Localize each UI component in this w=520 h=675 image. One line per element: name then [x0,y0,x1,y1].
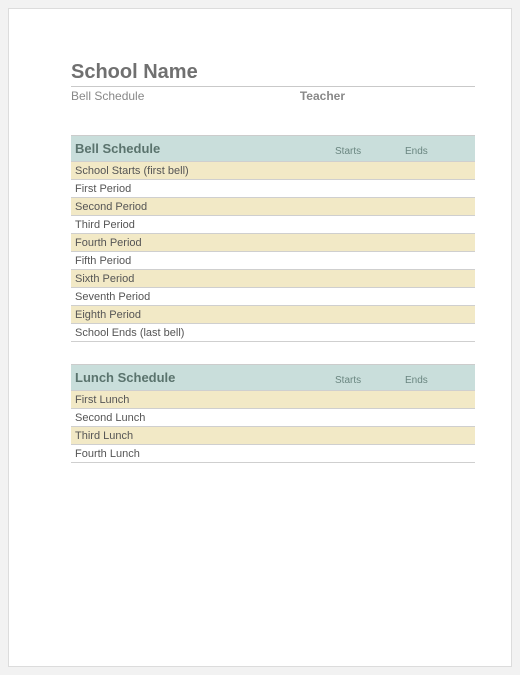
table-row: Third Period [71,216,475,234]
subtitle: Bell Schedule [71,89,144,103]
row-ends [405,234,475,251]
lunch-header-title: Lunch Schedule [71,365,335,390]
row-label: Fourth Lunch [71,445,335,462]
row-label: First Lunch [71,391,335,408]
table-row: Second Lunch [71,409,475,427]
bell-header-ends: Ends [405,143,475,161]
row-ends [405,198,475,215]
row-label: Second Lunch [71,409,335,426]
subheader-row: Bell Schedule Teacher [71,86,475,113]
row-starts [335,252,405,269]
bell-header-title: Bell Schedule [71,136,335,161]
row-starts [335,180,405,197]
table-row: School Ends (last bell) [71,324,475,342]
row-label: School Starts (first bell) [71,162,335,179]
row-label: Eighth Period [71,306,335,323]
lunch-header-ends: Ends [405,372,475,390]
row-ends [405,445,475,462]
bell-header-starts: Starts [335,143,405,161]
row-starts [335,427,405,444]
row-starts [335,270,405,287]
lunch-header-starts: Starts [335,372,405,390]
table-row: First Period [71,180,475,198]
table-row: Sixth Period [71,270,475,288]
row-label: Fifth Period [71,252,335,269]
row-starts [335,445,405,462]
row-starts [335,234,405,251]
row-starts [335,391,405,408]
table-row: School Starts (first bell) [71,162,475,180]
bell-header-row: Bell Schedule Starts Ends [71,136,475,162]
row-ends [405,324,475,341]
row-label: School Ends (last bell) [71,324,335,341]
document-page: School Name Bell Schedule Teacher Bell S… [8,8,512,667]
row-ends [405,391,475,408]
table-row: Seventh Period [71,288,475,306]
row-ends [405,306,475,323]
row-ends [405,162,475,179]
row-starts [335,409,405,426]
row-ends [405,288,475,305]
lunch-schedule-table: Lunch Schedule Starts Ends First Lunch S… [71,364,475,463]
table-row: Second Period [71,198,475,216]
row-starts [335,162,405,179]
row-ends [405,216,475,233]
row-starts [335,306,405,323]
table-row: Eighth Period [71,306,475,324]
lunch-header-row: Lunch Schedule Starts Ends [71,365,475,391]
row-label: Second Period [71,198,335,215]
table-row: Third Lunch [71,427,475,445]
row-label: Fourth Period [71,234,335,251]
table-row: Fourth Period [71,234,475,252]
teacher-label: Teacher [300,89,475,103]
bell-schedule-table: Bell Schedule Starts Ends School Starts … [71,135,475,342]
school-name-title: School Name [71,61,475,84]
row-ends [405,180,475,197]
row-ends [405,427,475,444]
row-label: Seventh Period [71,288,335,305]
row-starts [335,288,405,305]
row-starts [335,198,405,215]
table-row: First Lunch [71,391,475,409]
row-label: Third Lunch [71,427,335,444]
row-label: Third Period [71,216,335,233]
row-starts [335,324,405,341]
row-label: First Period [71,180,335,197]
row-ends [405,252,475,269]
row-ends [405,409,475,426]
table-row: Fourth Lunch [71,445,475,463]
row-label: Sixth Period [71,270,335,287]
row-ends [405,270,475,287]
table-row: Fifth Period [71,252,475,270]
row-starts [335,216,405,233]
